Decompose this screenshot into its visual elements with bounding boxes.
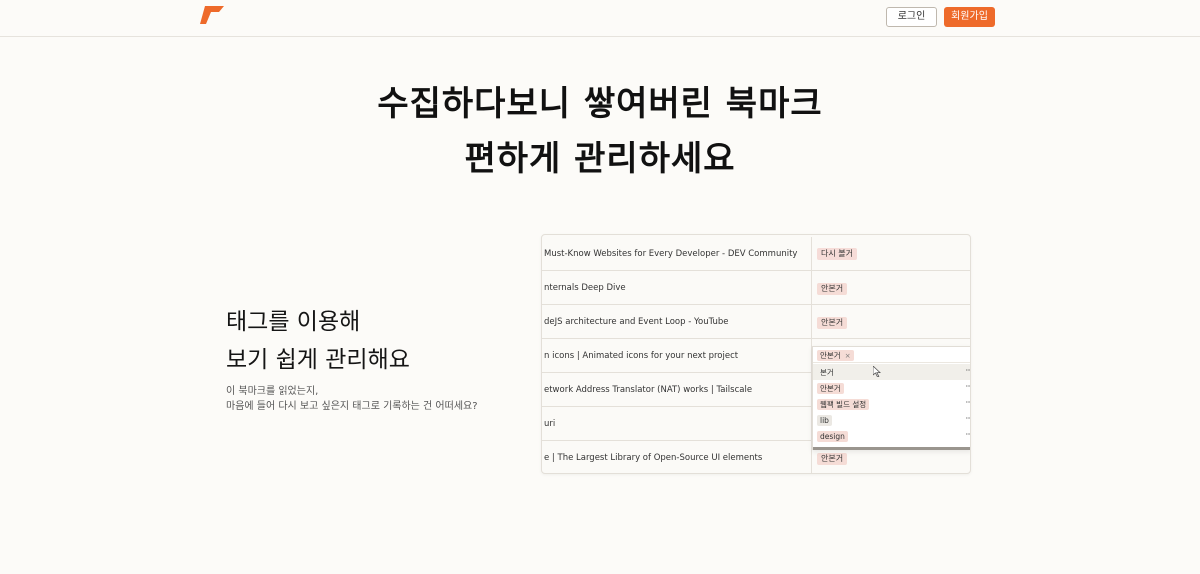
bookmark-title[interactable]: nternals Deep Dive: [544, 271, 806, 305]
bookmark-table-preview: Must-Know Websites for Every Developer -…: [541, 234, 971, 474]
logo-icon[interactable]: [200, 6, 224, 24]
tag-option-label: design: [817, 431, 848, 442]
table-row[interactable]: deJS architecture and Event Loop - YouTu…: [542, 305, 970, 339]
feature-title-line1: 태그를 이용해: [226, 309, 361, 335]
tag-option-label: lib: [817, 415, 832, 426]
bookmark-title[interactable]: uri: [544, 407, 806, 441]
more-options-icon[interactable]: ···: [965, 414, 970, 423]
tag-option[interactable]: design ···: [813, 428, 970, 444]
remove-tag-icon[interactable]: ×: [845, 352, 851, 360]
dropdown-scrollbar[interactable]: [813, 447, 970, 450]
hero-title-line1: 수집하다보니 쌓여버린 북마크: [377, 84, 823, 124]
tag-input[interactable]: 안본거 ×: [813, 347, 970, 363]
feature-description-line2: 마음에 들어 다시 보고 싶은지 태그로 기록하는 건 어떠세요?: [226, 401, 478, 412]
selected-tag-chip[interactable]: 안본거 ×: [817, 350, 854, 361]
tag-option-label: 안본거: [817, 383, 844, 394]
selected-tag-label: 안본거: [820, 351, 841, 360]
tag-option[interactable]: 안본거 ···: [813, 380, 970, 396]
column-divider: [811, 305, 812, 338]
feature-title-line2: 보기 쉽게 관리해요: [226, 347, 410, 373]
tag-dropdown[interactable]: 안본거 × 본거 ··· 안본거 ··· 웹팩 빌드 설정 ··· lib ···…: [812, 346, 970, 450]
more-options-icon[interactable]: ···: [965, 398, 970, 407]
column-divider: [811, 271, 812, 304]
bookmark-title[interactable]: deJS architecture and Event Loop - YouTu…: [544, 305, 806, 339]
hero-title-line2: 편하게 관리하세요: [464, 139, 736, 179]
feature-description-line1: 이 북마크를 읽었는지,: [226, 386, 319, 397]
tag-badge[interactable]: 안본거: [817, 283, 848, 295]
table-row[interactable]: Must-Know Websites for Every Developer -…: [542, 237, 970, 271]
more-options-icon[interactable]: ···: [965, 430, 970, 439]
tag-option[interactable]: lib ···: [813, 412, 970, 428]
site-header: 로그인 회원가입: [0, 0, 1200, 37]
tag-badge[interactable]: 안본거: [817, 453, 848, 465]
login-button[interactable]: 로그인: [886, 7, 937, 27]
bookmark-title[interactable]: Must-Know Websites for Every Developer -…: [544, 237, 806, 271]
tag-option[interactable]: 웹팩 빌드 설정 ···: [813, 396, 970, 412]
table-row[interactable]: nternals Deep Dive 안본거: [542, 271, 970, 305]
more-options-icon[interactable]: ···: [965, 366, 970, 375]
tag-badge[interactable]: 다시 볼거: [817, 248, 857, 260]
tag-option-label: 본거: [820, 368, 834, 377]
tag-option-label: 웹팩 빌드 설정: [817, 399, 870, 410]
mouse-cursor-icon: [873, 366, 881, 377]
signup-button[interactable]: 회원가입: [944, 7, 995, 27]
tag-badge[interactable]: 안본거: [817, 317, 848, 329]
tag-option[interactable]: 본거 ···: [813, 364, 970, 380]
bookmark-title[interactable]: etwork Address Translator (NAT) works | …: [544, 373, 806, 407]
bookmark-title[interactable]: e | The Largest Library of Open-Source U…: [544, 441, 806, 473]
more-options-icon[interactable]: ···: [965, 382, 970, 391]
bookmark-title[interactable]: n icons | Animated icons for your next p…: [544, 339, 806, 373]
column-divider: [811, 237, 812, 270]
